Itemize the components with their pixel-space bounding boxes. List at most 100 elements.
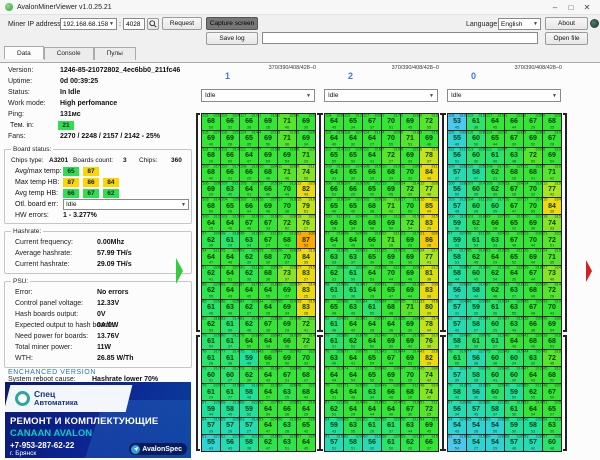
ping-value: 131мс: [60, 111, 81, 118]
telegram-badge[interactable]: AvalonSpec: [129, 443, 187, 455]
psu-error-row: Error:No errors: [5, 287, 191, 298]
language-label: Language:: [466, 21, 499, 28]
chip-cell: 553246447: [259, 418, 278, 435]
chip-cell: 1183195345: [448, 114, 467, 131]
max-temp-hb-label: Max temp HB:: [15, 179, 59, 186]
fans-value: 2270 / 2248 / 2157 / 2142 - 25%: [60, 133, 160, 140]
chip-cell: 193106532: [505, 215, 524, 232]
chip-cell: 903116230: [240, 266, 259, 283]
current-frequency-row: Current frequency:0.00Mhz: [5, 237, 191, 248]
status-label: Status:: [8, 89, 30, 96]
chip-cell: 933206230: [240, 249, 259, 266]
chip-cell: 523276434: [259, 401, 278, 418]
capture-screen-button[interactable]: Capture screen: [206, 17, 258, 30]
chip-cell: 33156948: [420, 131, 439, 148]
chip-cell: 913296241: [202, 266, 221, 283]
psu-groupbox: PSU: Error:No errors Control panel volta…: [4, 281, 192, 368]
tab-pools[interactable]: Пулы: [94, 47, 136, 60]
chip-cell: 23257146: [278, 114, 297, 131]
chip-cell: 273247340: [543, 266, 562, 283]
log-path-input[interactable]: [262, 32, 538, 44]
chip-cell: 973166442: [325, 232, 344, 249]
scroll-left-arrow-icon[interactable]: [176, 258, 183, 284]
chip-cell: 13236644: [505, 114, 524, 131]
chip-cell: 73157227: [382, 148, 401, 165]
chip-cell: 303308338: [420, 283, 439, 300]
chip-cell: 623225643: [221, 435, 240, 452]
chip-cell: 843296227: [240, 300, 259, 317]
close-button[interactable]: ✕: [579, 3, 595, 12]
avg-max-temp-label: Avg/max temp:: [15, 168, 62, 175]
row-label: Error:: [15, 289, 33, 296]
chip-cell: 753165945: [240, 350, 259, 367]
banner-city: г. Брянск: [10, 450, 36, 457]
chip-cell: 263287037: [278, 249, 297, 266]
chip-cell: 693256049: [486, 384, 505, 401]
chip-cell: 253116552: [505, 249, 524, 266]
chip-cell: 663215837: [486, 401, 505, 418]
ip-address-combo[interactable]: 192.168.68.158 ▼: [60, 18, 117, 30]
tab-bar: Data Console Пулы: [4, 47, 136, 60]
tab-console[interactable]: Console: [44, 47, 94, 60]
chip-cell: 103246846: [259, 165, 278, 182]
chip-cell: 473306731: [278, 367, 297, 384]
chip-cell: 1133146650: [221, 148, 240, 165]
board-mode-combo[interactable]: Idle▼: [201, 89, 315, 102]
chip-cell: 543106945: [420, 418, 439, 435]
chip-cell: 93167142: [543, 165, 562, 182]
search-button[interactable]: [147, 18, 159, 30]
temp-in-badge: 21: [58, 121, 74, 130]
chip-cell: 643305943: [325, 418, 344, 435]
tab-data[interactable]: Data: [4, 46, 44, 59]
language-combo[interactable]: English ▼: [498, 18, 541, 30]
board-err-combo[interactable]: Idle ▼: [63, 199, 189, 210]
chip-cell: 783136127: [486, 334, 505, 351]
port-input[interactable]: [123, 18, 145, 30]
chip-cell: 353146934: [278, 300, 297, 317]
chip-cell: 113256841: [524, 165, 543, 182]
maximize-button[interactable]: □: [563, 3, 579, 12]
chip-cell: 463146030: [505, 367, 524, 384]
minimize-button[interactable]: –: [547, 3, 563, 12]
chip-cell: 503286325: [278, 384, 297, 401]
chip-cell: 533256636: [278, 401, 297, 418]
chip-cell: 153248436: [543, 198, 562, 215]
chip-cell: 1023186644: [240, 198, 259, 215]
chip-cell: 853266145: [202, 300, 221, 317]
data-tab-content: Version:1246-85-21072802_4ec6bb0_211fc46…: [0, 62, 600, 460]
chip-cell: 303148325: [297, 283, 316, 300]
chip-cell: 963166643: [363, 232, 382, 249]
row-value: 0A/0W: [97, 322, 118, 329]
open-file-button[interactable]: Open file: [545, 32, 588, 45]
board-bracket: [442, 113, 446, 332]
chip-cell: 63107837: [420, 148, 439, 165]
chip-cell: 633285450: [486, 418, 505, 435]
about-button[interactable]: About: [545, 17, 588, 30]
scroll-right-arrow-icon[interactable]: [586, 260, 592, 282]
chip-cell: 313186455: [259, 283, 278, 300]
chip-cell: 373156349: [505, 317, 524, 334]
chip-cell: 533146434: [524, 401, 543, 418]
avg-hb-badge-1: 66: [63, 189, 79, 198]
status-indicator-icon[interactable]: [590, 19, 599, 28]
advertisement-banner[interactable]: Спец Автоматика РЕМОНТ И КОМПЛЕКТУЮЩИЕ C…: [5, 382, 191, 458]
chip-cell: 573206445: [297, 435, 316, 452]
hash-board-2: 370/390/408/428–02Idle▼11832864451193126…: [322, 63, 441, 455]
save-log-button[interactable]: Save log: [206, 32, 258, 45]
board-mode-combo[interactable]: Idle▼: [324, 89, 438, 102]
enhanced-version-link[interactable]: ENCHANCED VERSION: [8, 369, 96, 376]
chip-cell: 643245443: [448, 418, 467, 435]
chip-cell: 583166247: [259, 435, 278, 452]
chip-cell: 253106928: [382, 249, 401, 266]
request-button[interactable]: Request: [162, 17, 202, 30]
board-mode-combo[interactable]: Idle▼: [447, 89, 561, 102]
chip-cell: 303147226: [543, 283, 562, 300]
chip-cell: 243177741: [420, 249, 439, 266]
board-frequency-header: 370/390/408/428–0: [269, 65, 316, 71]
chip-cell: 1083176231: [486, 165, 505, 182]
chip-cell: 393107636: [420, 334, 439, 351]
chip-cell: 1093176840: [202, 165, 221, 182]
miner-info-panel: Version:1246-85-21072802_4ec6bb0_211fc46…: [0, 63, 196, 460]
logo-text-2: Автоматика: [34, 399, 78, 407]
chip-cell: 453256827: [297, 367, 316, 384]
